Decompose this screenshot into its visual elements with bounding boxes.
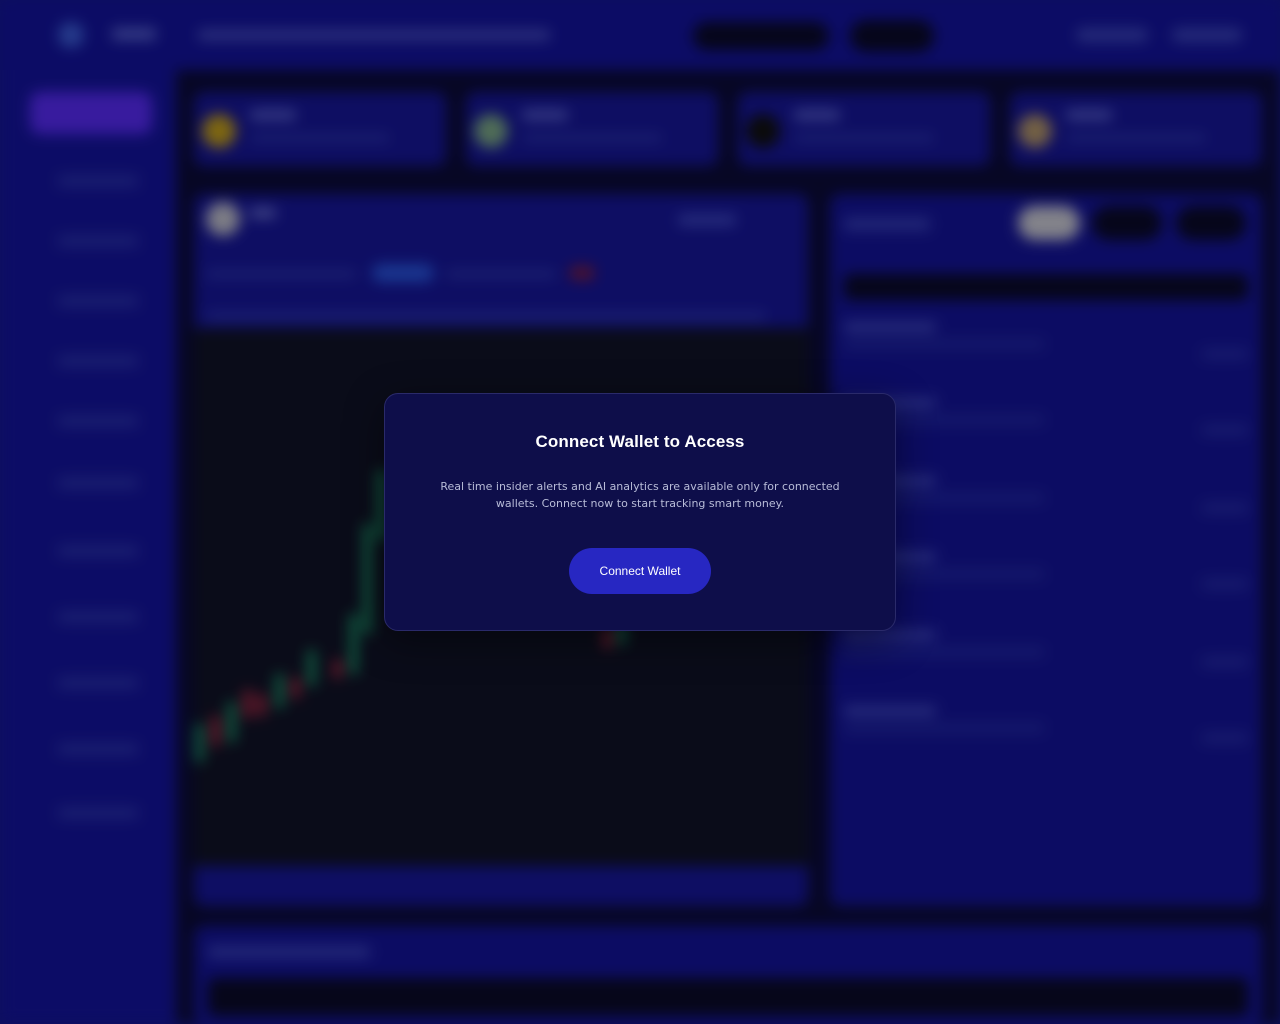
modal-title: Connect Wallet to Access	[535, 432, 745, 451]
connect-wallet-button[interactable]: Connect Wallet	[569, 548, 711, 594]
connect-wallet-modal: Connect Wallet to Access Real time insid…	[384, 393, 896, 631]
modal-description: Real time insider alerts and AI analytic…	[440, 480, 840, 510]
